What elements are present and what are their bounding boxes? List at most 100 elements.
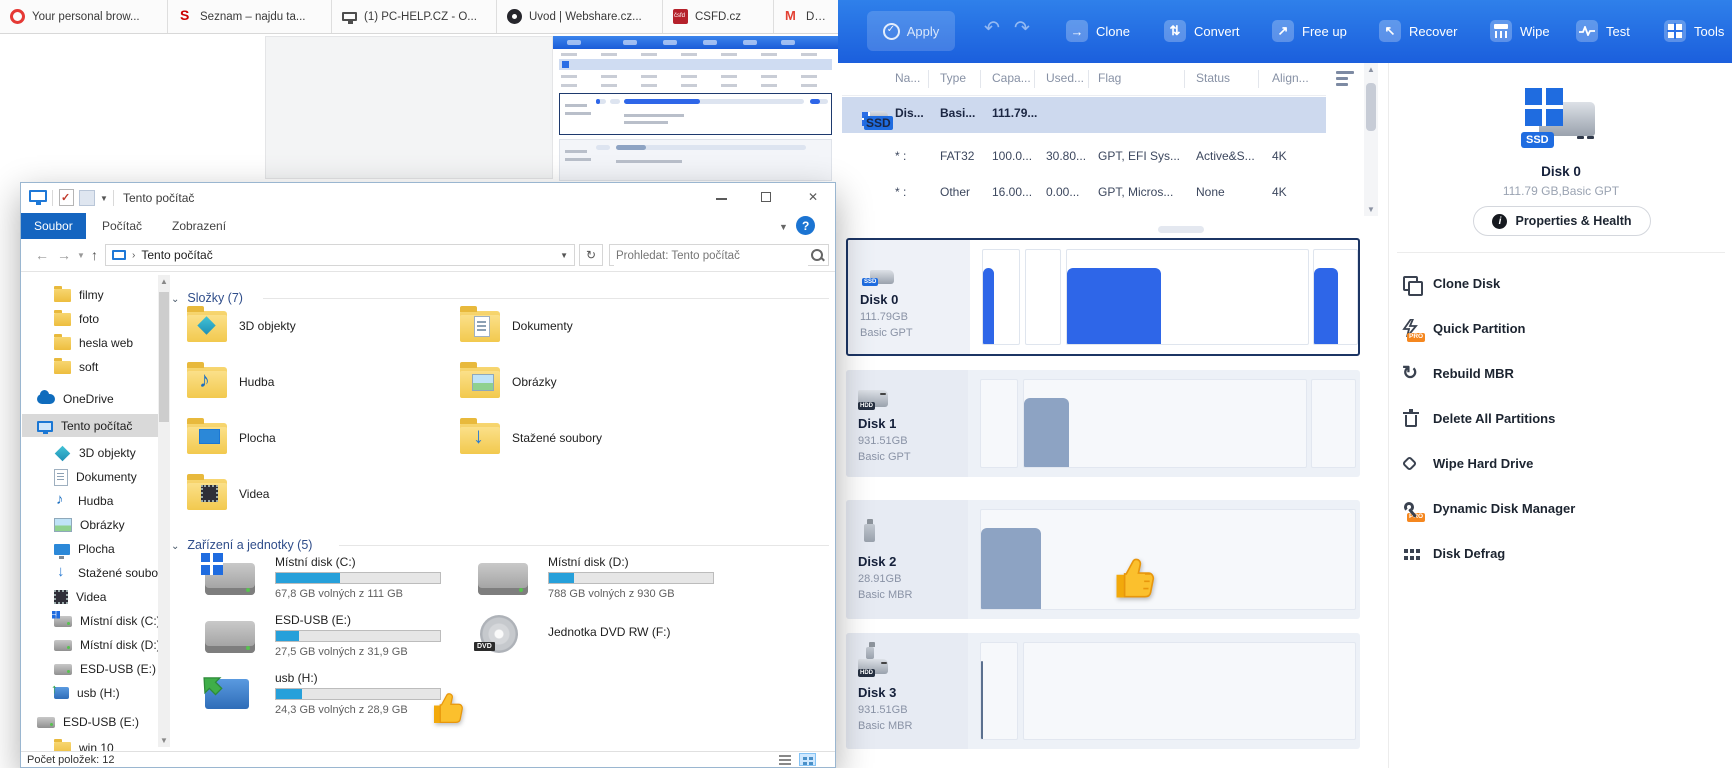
folder-tile-plocha[interactable]: Plocha bbox=[187, 416, 427, 460]
recover-button[interactable]: Recover bbox=[1373, 17, 1463, 45]
refresh-icon[interactable]: ↻ bbox=[579, 244, 603, 266]
chevron-down-icon[interactable]: ▼ bbox=[100, 194, 108, 203]
col-name[interactable]: Na... bbox=[895, 71, 920, 85]
close-button[interactable] bbox=[797, 183, 831, 212]
folder-tile-dokumenty[interactable]: Dokumenty bbox=[460, 304, 700, 348]
quick-access-icon[interactable] bbox=[79, 190, 95, 206]
folder-tile-hudba[interactable]: ♪Hudba bbox=[187, 360, 427, 404]
up-icon[interactable]: ↑ bbox=[85, 246, 104, 264]
free-up-button[interactable]: Free up bbox=[1266, 17, 1353, 45]
sidebar-item-esd-usb-e[interactable]: ESD-USB (E:) bbox=[54, 658, 156, 680]
table-row-msr[interactable]: * :Other16.00...0.00...GPT, Micros...Non… bbox=[842, 176, 1326, 210]
minimize-button[interactable] bbox=[705, 183, 739, 212]
col-status[interactable]: Status bbox=[1196, 71, 1230, 85]
menu-delete-all-partitions[interactable]: Delete All Partitions bbox=[1389, 403, 1732, 435]
apply-button[interactable]: Apply bbox=[867, 11, 955, 51]
partition-recovery[interactable]: * :547.00...NTFS,... bbox=[1313, 249, 1358, 345]
menu-dynamic-disk-manager[interactable]: PRODynamic Disk Manager bbox=[1389, 493, 1732, 525]
folder-tile-videa[interactable]: Videa bbox=[187, 472, 427, 516]
chevron-down-icon[interactable]: ▼ bbox=[560, 251, 568, 260]
partition-unalloc2[interactable]: * :556.81...Unallo... bbox=[1311, 379, 1356, 468]
browser-tab-pchelp[interactable]: (1) PC-HELP.CZ - O... bbox=[332, 0, 497, 33]
sidebar-item-videa[interactable]: Videa bbox=[54, 586, 106, 608]
sidebar-item-foto[interactable]: foto bbox=[54, 308, 99, 330]
tab-pocitac[interactable]: Počítač bbox=[89, 213, 155, 239]
partition-unalloc3[interactable]: * :899.51GB(100% free)Unallocated bbox=[1023, 642, 1356, 740]
sidebar-item-soft[interactable]: soft bbox=[54, 356, 98, 378]
drive-tile-d[interactable]: Místní disk (D:) 788 GB volných z 930 GB bbox=[460, 555, 720, 605]
menu-rebuild-mbr[interactable]: Rebuild MBR bbox=[1389, 358, 1732, 390]
disk1-row[interactable]: HDD Disk 1 931.51GB Basic GPT * :17.0...… bbox=[846, 370, 1360, 477]
wipe-button[interactable]: Wipe bbox=[1484, 17, 1556, 45]
ribbon-expand-icon[interactable]: ▼ bbox=[773, 221, 794, 233]
sidebar-item-3d-objekty[interactable]: 3D objekty bbox=[54, 442, 136, 464]
redo-button[interactable]: ↷ bbox=[1008, 18, 1036, 39]
menu-clone-disk[interactable]: Clone Disk bbox=[1389, 268, 1732, 300]
search-input[interactable] bbox=[614, 246, 808, 266]
disk2-row[interactable]: Disk 2 28.91GB Basic MBR H : usb28.91GB(… bbox=[846, 500, 1360, 619]
partition-e[interactable]: E : E...32.00...FAT3... bbox=[980, 642, 1018, 740]
sidebar-item-stazene-soubory[interactable]: Stažené soubory bbox=[54, 562, 168, 584]
sidebar-item-tento-pocitac[interactable]: Tento počítač bbox=[37, 415, 132, 437]
drives-section-header[interactable]: ⌄Zařízení a jednotky (5) bbox=[171, 538, 312, 552]
menu-quick-partition[interactable]: PROQuick Partition bbox=[1389, 313, 1732, 345]
sidebar-item-hudba[interactable]: Hudba bbox=[54, 490, 113, 512]
folders-section-header[interactable]: ⌄Složky (7) bbox=[171, 291, 243, 305]
maximize-button[interactable] bbox=[750, 183, 784, 212]
clone-button[interactable]: Clone bbox=[1060, 17, 1136, 45]
sidebar-item-disk-c[interactable]: Místní disk (C:) bbox=[54, 610, 161, 632]
sidebar-item-onedrive[interactable]: OneDrive bbox=[37, 388, 114, 410]
drive-tile-e[interactable]: ESD-USB (E:) 27,5 GB volných z 31,9 GB bbox=[187, 613, 447, 663]
partition-d[interactable]: D :930.95GB(84% free)NTFS,Primary bbox=[1023, 379, 1307, 468]
nav-scrollbar[interactable]: ▲▼ bbox=[158, 275, 170, 747]
tab-soubor[interactable]: Soubor bbox=[21, 213, 86, 239]
disk3-row[interactable]: HDD Disk 3 931.51GB Basic MBR E : E...32… bbox=[846, 633, 1360, 749]
convert-button[interactable]: Convert bbox=[1158, 17, 1246, 45]
sidebar-item-usb-h[interactable]: usb (H:) bbox=[54, 682, 120, 704]
folder-tile-3d-objekty[interactable]: 3D objekty bbox=[187, 304, 427, 348]
menu-disk-defrag[interactable]: Disk Defrag bbox=[1389, 538, 1732, 570]
sidebar-item-esd-usb-e2[interactable]: ESD-USB (E:) bbox=[37, 711, 139, 733]
browser-tab-seznam[interactable]: Seznam – najdu ta... bbox=[168, 0, 332, 33]
explorer-title-bar[interactable]: ▼ Tento počítač bbox=[21, 183, 835, 213]
sidebar-item-filmy[interactable]: filmy bbox=[54, 284, 104, 306]
details-view-icon[interactable] bbox=[777, 753, 794, 766]
col-used[interactable]: Used... bbox=[1046, 71, 1084, 85]
table-columns-icon[interactable] bbox=[1336, 70, 1356, 86]
browser-tab-csfd[interactable]: ČSFD.cz bbox=[663, 0, 774, 33]
breadcrumb[interactable]: › Tento počítač ▼ bbox=[105, 244, 575, 266]
table-row-disk0[interactable]: SSD Dis...Basi...111.79... bbox=[842, 97, 1326, 133]
sidebar-item-hesla-web[interactable]: hesla web bbox=[54, 332, 133, 354]
partition-c[interactable]: C :111.14GB(61% free)NTFS,System,Primary bbox=[1066, 249, 1309, 345]
undo-button[interactable]: ↶ bbox=[978, 18, 1006, 39]
drive-tile-dvd[interactable]: DVD Jednotka DVD RW (F:) bbox=[460, 613, 720, 663]
folder-tile-obrazky[interactable]: Obrázky bbox=[460, 360, 700, 404]
partition-msr[interactable]: * :16.0...Oth... bbox=[1025, 249, 1061, 345]
col-type[interactable]: Type bbox=[940, 71, 966, 85]
col-capacity[interactable]: Capa... bbox=[992, 71, 1031, 85]
partition-efi[interactable]: * :100...FAT... bbox=[982, 249, 1020, 345]
test-button[interactable]: Test bbox=[1570, 17, 1636, 45]
splitter-handle[interactable] bbox=[1158, 226, 1204, 233]
tiles-view-icon[interactable] bbox=[799, 753, 816, 766]
partition-h[interactable]: H : usb28.91GB(84% free)NTFS,Active,Prim… bbox=[980, 509, 1356, 610]
sidebar-item-disk-d[interactable]: Místní disk (D:) bbox=[54, 634, 161, 656]
properties-check-icon[interactable] bbox=[59, 189, 74, 206]
sidebar-item-plocha[interactable]: Plocha bbox=[54, 538, 115, 560]
partition-unalloc[interactable]: * :17.0...Una... bbox=[980, 379, 1018, 468]
menu-wipe-hard-drive[interactable]: Wipe Hard Drive bbox=[1389, 448, 1732, 480]
col-flag[interactable]: Flag bbox=[1098, 71, 1121, 85]
drive-tile-usb-h[interactable]: usb (H:) 24,3 GB volných z 28,9 GB bbox=[187, 671, 447, 721]
sidebar-item-dokumenty[interactable]: Dokumenty bbox=[54, 466, 137, 488]
help-icon[interactable]: ? bbox=[796, 216, 815, 235]
drive-tile-c[interactable]: Místní disk (C:) 67,8 GB volných z 111 G… bbox=[187, 555, 447, 605]
browser-tab-opera[interactable]: Your personal brow... bbox=[0, 0, 168, 33]
browser-tab-webshare[interactable]: Úvod | Webshare.cz... bbox=[497, 0, 663, 33]
sidebar-item-obrazky[interactable]: Obrázky bbox=[54, 514, 125, 536]
table-scrollbar[interactable]: ▲▼ bbox=[1364, 63, 1378, 216]
properties-health-button[interactable]: iProperties & Health bbox=[1473, 206, 1651, 236]
tools-button[interactable]: Tools bbox=[1658, 17, 1730, 45]
tab-zobrazeni[interactable]: Zobrazení bbox=[159, 213, 239, 239]
disk0-row[interactable]: SSD Disk 0 111.79GB Basic GPT * :100...F… bbox=[846, 238, 1360, 356]
folder-tile-stazene-soubory[interactable]: ↓Stažené soubory bbox=[460, 416, 700, 460]
